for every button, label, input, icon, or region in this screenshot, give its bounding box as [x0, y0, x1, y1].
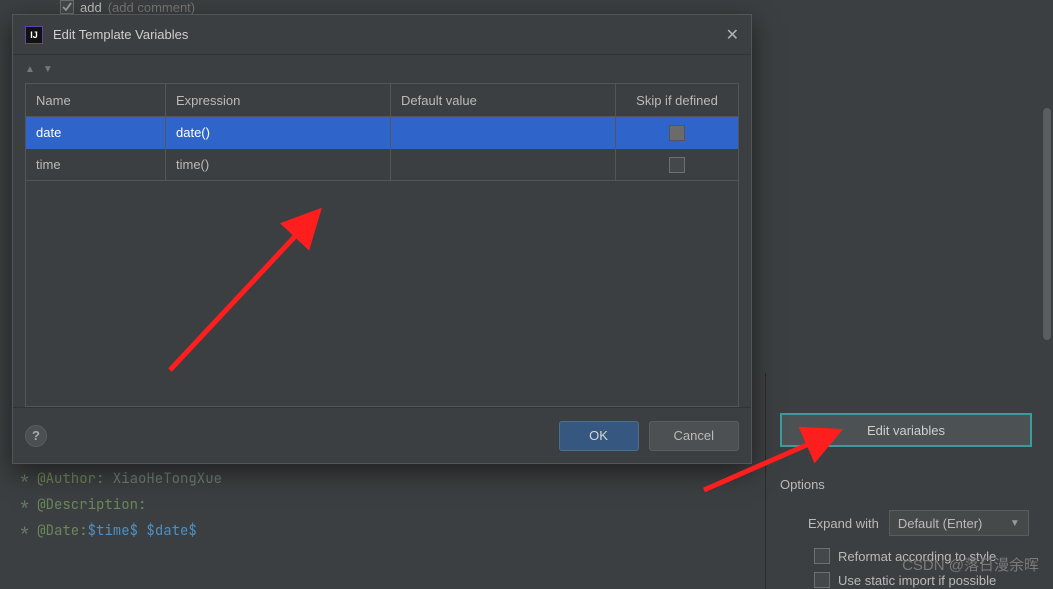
- help-button[interactable]: ?: [25, 425, 47, 447]
- dialog-footer: ? OK Cancel: [13, 407, 751, 463]
- expand-with-row: Expand with Default (Enter) ▼: [808, 510, 1045, 536]
- chevron-down-icon: ▼: [1010, 518, 1020, 529]
- cell-skip[interactable]: [616, 117, 738, 149]
- scrollbar-thumb[interactable]: [1043, 108, 1051, 340]
- edit-variables-label: Edit variables: [867, 423, 945, 438]
- dialog-header: IJ Edit Template Variables ✕: [13, 15, 751, 55]
- col-expression[interactable]: Expression: [166, 84, 391, 117]
- intellij-logo-icon: IJ: [25, 26, 43, 44]
- close-icon[interactable]: ✕: [726, 25, 739, 45]
- cell-expression[interactable]: time(): [166, 149, 391, 181]
- edit-variables-button[interactable]: Edit variables: [780, 413, 1032, 447]
- col-skip[interactable]: Skip if defined: [616, 84, 738, 117]
- cell-name[interactable]: date: [26, 117, 166, 149]
- col-default[interactable]: Default value: [391, 84, 616, 117]
- col-name[interactable]: Name: [26, 84, 166, 117]
- cell-skip[interactable]: [616, 149, 738, 181]
- add-hint: (add comment): [108, 0, 195, 15]
- cell-name[interactable]: time: [26, 149, 166, 181]
- template-code[interactable]: * @Author: XiaoHeTongXue * @Description:…: [12, 466, 752, 544]
- ok-label: OK: [589, 428, 608, 443]
- table-row[interactable]: time time(): [26, 149, 738, 181]
- expand-with-label: Expand with: [808, 516, 879, 531]
- cell-expression[interactable]: date(): [166, 117, 391, 149]
- expand-with-select[interactable]: Default (Enter) ▼: [889, 510, 1029, 536]
- static-import-option[interactable]: Use static import if possible: [814, 572, 1045, 588]
- cell-default[interactable]: [391, 117, 616, 149]
- checkbox-icon[interactable]: [60, 0, 74, 14]
- cell-default[interactable]: [391, 149, 616, 181]
- expand-with-value: Default (Enter): [898, 516, 983, 531]
- reformat-option[interactable]: Reformat according to style: [814, 548, 1045, 564]
- table-header: Name Expression Default value Skip if de…: [26, 84, 738, 117]
- checkbox-icon[interactable]: [814, 572, 830, 588]
- sort-down-icon[interactable]: ▼: [43, 64, 53, 75]
- sort-up-icon[interactable]: ▲: [25, 64, 35, 75]
- add-label: add: [80, 0, 102, 15]
- help-icon: ?: [32, 428, 40, 443]
- static-import-label: Use static import if possible: [838, 573, 996, 588]
- reformat-label: Reformat according to style: [838, 549, 996, 564]
- dialog-title: Edit Template Variables: [53, 27, 726, 42]
- variables-table: Name Expression Default value Skip if de…: [25, 83, 739, 407]
- cancel-button[interactable]: Cancel: [649, 421, 739, 451]
- table-row[interactable]: date date(): [26, 117, 738, 149]
- right-options-panel: Edit variables Options Expand with Defau…: [765, 373, 1053, 589]
- edit-template-variables-dialog: IJ Edit Template Variables ✕ ▲ ▼ Name Ex…: [12, 14, 752, 464]
- sort-toolbar: ▲ ▼: [13, 55, 751, 83]
- tree-item-add: add (add comment): [0, 0, 1053, 14]
- checkbox-icon[interactable]: [669, 125, 685, 141]
- checkbox-icon[interactable]: [814, 548, 830, 564]
- cancel-label: Cancel: [674, 428, 714, 443]
- options-title: Options: [780, 477, 1045, 492]
- ok-button[interactable]: OK: [559, 421, 639, 451]
- checkbox-icon[interactable]: [669, 157, 685, 173]
